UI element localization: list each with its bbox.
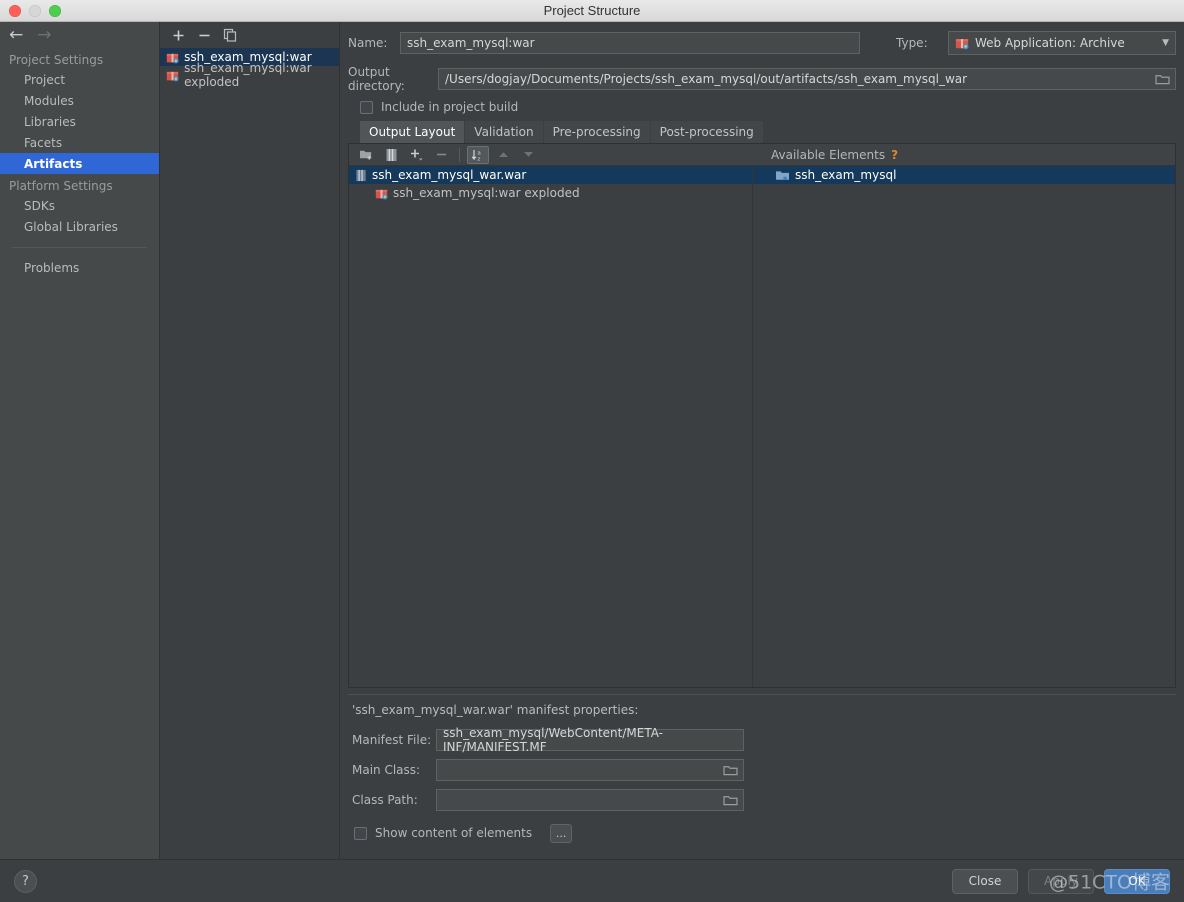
sidebar-divider [12,247,148,248]
output-layout-panel: a z Available Elements ? ssh_exam_mysql_… [348,143,1176,688]
create-directory-button[interactable] [355,146,377,164]
sidebar-item-global-libraries[interactable]: Global Libraries [0,216,159,237]
class-path-input[interactable] [436,789,744,811]
available-elements-header: Available Elements ? [771,148,1175,162]
sidebar-item-modules[interactable]: Modules [0,90,159,111]
remove-artifact-button[interactable] [194,25,214,45]
window-title: Project Structure [543,3,641,18]
tree-row[interactable]: ssh_exam_mysql_war.war [349,166,752,184]
tree-row-label: ssh_exam_mysql:war exploded [393,186,580,200]
sort-button[interactable]: a z [467,145,489,164]
sidebar-item-sdks[interactable]: SDKs [0,195,159,216]
chevron-down-icon: ▼ [1162,38,1169,48]
add-copy-of-button[interactable] [405,146,427,164]
artifact-list-item-label: ssh_exam_mysql:war exploded [184,61,312,89]
output-directory-value: /Users/dogjay/Documents/Projects/ssh_exa… [445,72,968,86]
sidebar-item-artifacts[interactable]: Artifacts [0,153,160,174]
tab-pre-processing[interactable]: Pre-processing [543,121,650,143]
include-in-build-checkbox[interactable] [360,100,373,114]
sidebar-item-project[interactable]: Project [0,69,159,90]
show-content-checkbox[interactable] [354,826,367,840]
window-title-bar: Project Structure [0,0,1184,22]
tab-validation[interactable]: Validation [465,121,543,143]
type-label: Type: [896,36,928,50]
list-item[interactable]: ssh_exam_mysql [753,166,1175,184]
artifact-icon [166,51,179,64]
artifacts-list-panel: ssh_exam_mysql:war ssh_exam_mysql:war ex… [160,22,340,859]
class-path-row: Class Path: [348,785,1176,815]
list-item-label: ssh_exam_mysql [795,168,897,182]
detail-tabs: Output Layout Validation Pre-processing … [348,121,1176,143]
close-button[interactable]: Close [952,868,1018,894]
artifact-icon [166,69,179,82]
sidebar-item-libraries[interactable]: Libraries [0,111,159,132]
manifest-file-label: Manifest File: [352,733,432,747]
sidebar-item-problems[interactable]: Problems [0,257,159,278]
manifest-file-value: ssh_exam_mysql/WebContent/META-INF/MANIF… [443,726,664,754]
artifact-type-value: Web Application: Archive [975,36,1125,50]
remove-element-button[interactable] [430,146,452,164]
move-up-button[interactable] [492,146,514,164]
manifest-properties-title: 'ssh_exam_mysql_war.war' manifest proper… [348,694,1176,717]
forward-arrow-icon[interactable]: → [37,26,51,44]
footer-buttons: Close Apply OK [952,868,1170,894]
main-class-label: Main Class: [352,763,421,777]
output-directory-row: Output directory: /Users/dogjay/Document… [348,65,1176,93]
toolbar-separator [459,147,460,162]
sidebar-navigation: ← → [0,22,159,48]
artifacts-toolbar [160,22,339,48]
show-content-row: Show content of elements ... [348,819,1176,847]
module-folder-icon [775,169,790,182]
artifact-list-item[interactable]: ssh_exam_mysql:war exploded [160,61,339,89]
move-down-button[interactable] [517,146,539,164]
sidebar-group-platform-settings: Platform Settings [9,179,113,193]
browse-folder-icon[interactable] [723,794,738,807]
tree-row[interactable]: ssh_exam_mysql:war exploded [349,184,752,202]
available-elements-tree: ssh_exam_mysql [753,166,1175,687]
browse-folder-icon[interactable] [1155,73,1170,86]
svg-text:z: z [477,156,480,162]
artifact-icon [955,36,969,50]
help-question-icon[interactable]: ? [891,148,898,162]
apply-button[interactable]: Apply [1028,868,1094,894]
name-row: Name: ssh_exam_mysql:war Type: Web Appli… [348,29,1176,57]
tree-row-label: ssh_exam_mysql_war.war [372,168,527,182]
back-arrow-icon[interactable]: ← [9,26,23,44]
artifact-structure-tree: ssh_exam_mysql_war.war ssh_exam_mysql:wa… [349,166,753,687]
name-input[interactable]: ssh_exam_mysql:war [400,32,860,54]
class-path-label: Class Path: [352,793,418,807]
available-elements-label: Available Elements [771,147,886,162]
tab-output-layout[interactable]: Output Layout [360,121,465,143]
archive-icon [355,169,367,182]
include-in-build-label: Include in project build [381,100,519,114]
add-artifact-button[interactable] [168,25,188,45]
sidebar-item-facets[interactable]: Facets [0,132,159,153]
browse-folder-icon[interactable] [723,764,738,777]
manifest-file-input[interactable]: ssh_exam_mysql/WebContent/META-INF/MANIF… [436,726,744,754]
sidebar-group-project-settings: Project Settings [9,53,104,67]
ok-button[interactable]: OK [1104,868,1170,894]
output-directory-input[interactable]: /Users/dogjay/Documents/Projects/ssh_exa… [438,68,1176,90]
help-button[interactable]: ? [14,869,37,893]
name-label: Name: [348,36,388,50]
output-layout-body: ssh_exam_mysql_war.war ssh_exam_mysql:wa… [349,166,1175,687]
main-class-row: Main Class: [348,755,1176,785]
artifact-detail-panel: Name: ssh_exam_mysql:war Type: Web Appli… [340,22,1184,859]
manifest-properties-section: 'ssh_exam_mysql_war.war' manifest proper… [348,688,1176,847]
tab-post-processing[interactable]: Post-processing [650,121,763,143]
dialog-body: ← → Project Settings Project Modules Lib… [0,22,1184,859]
show-content-label: Show content of elements [375,826,533,840]
main-class-input[interactable] [436,759,744,781]
settings-sidebar: ← → Project Settings Project Modules Lib… [0,22,161,859]
include-in-build-row[interactable]: Include in project build [348,95,1176,119]
dialog-footer: ? Close Apply OK @51CTO博客 [0,859,1184,902]
output-directory-label: Output directory: [348,65,405,93]
create-archive-button[interactable] [380,146,402,164]
show-content-options-button[interactable]: ... [550,823,573,843]
copy-artifact-button[interactable] [220,25,240,45]
manifest-file-row: Manifest File: ssh_exam_mysql/WebContent… [348,725,1176,755]
output-layout-toolbar: a z Available Elements ? [349,144,1175,166]
artifact-type-dropdown[interactable]: Web Application: Archive ▼ [948,31,1176,55]
artifact-icon [375,187,388,200]
